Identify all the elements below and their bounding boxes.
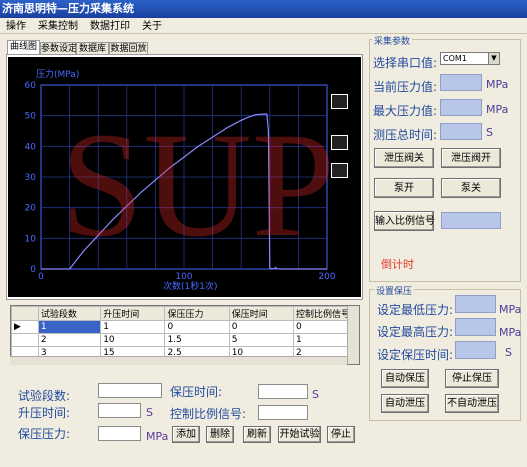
hold-time-label: 保压时间: <box>170 385 223 399</box>
hold-pressure-unit: MPa <box>146 430 169 443</box>
y-tick-label: 40 <box>25 142 37 152</box>
hold-time-set-input[interactable] <box>455 341 496 359</box>
serial-port-label: 选择串口值: <box>373 56 438 70</box>
y-tick-label: 30 <box>25 173 37 183</box>
table-header[interactable]: 试验段数 <box>37 306 102 321</box>
max-set-pressure-input[interactable] <box>455 318 496 336</box>
hold-time-set-label: 设定保压时间: <box>377 348 454 362</box>
current-pressure-unit: MPa <box>486 78 509 91</box>
hold-time-set-unit: S <box>505 346 512 359</box>
valve-close-button[interactable]: 泄压阀关 <box>374 148 434 168</box>
total-time-unit: S <box>486 126 493 139</box>
table-horizontal-scrollbar[interactable] <box>10 356 347 365</box>
chevron-down-icon[interactable]: ▼ <box>488 53 499 64</box>
hold-time-input[interactable] <box>258 384 308 399</box>
hold-pressure-input[interactable] <box>98 426 141 441</box>
current-pressure-display <box>440 74 482 91</box>
y-tick-label: 0 <box>30 265 36 275</box>
total-time-display <box>440 123 482 140</box>
delete-button[interactable]: 删除 <box>206 426 234 443</box>
min-pressure-label: 设定最低压力: <box>377 303 454 317</box>
table-row[interactable]: 2 10 1.5 5 1 <box>11 333 352 347</box>
segment-count-label: 试验段数: <box>18 389 71 403</box>
min-pressure-unit: MPa <box>499 303 522 316</box>
total-time-label: 测压总时间: <box>373 128 438 142</box>
rise-time-label: 升压时间: <box>18 406 71 420</box>
countdown-label: 倒计时 <box>381 258 414 271</box>
serial-port-value: COM1 <box>443 54 467 63</box>
auto-hold-button[interactable]: 自动保压 <box>381 369 429 388</box>
max-pressure-display <box>440 99 482 116</box>
x-tick-label: 100 <box>175 272 192 282</box>
ratio-signal-display <box>441 212 501 229</box>
ratio-signal-label: 控制比例信号: <box>170 407 247 421</box>
y-axis-label: 压力(MPa) <box>36 68 79 80</box>
no-auto-release-button[interactable]: 不自动泄压 <box>445 394 499 413</box>
table-header[interactable]: 升压时间 <box>100 306 166 321</box>
min-pressure-input[interactable] <box>455 295 496 313</box>
x-tick-label: 0 <box>38 272 44 282</box>
sup-watermark: SUP <box>60 102 336 268</box>
input-ratio-signal-button[interactable]: 输入比例信号 <box>374 211 435 231</box>
rise-time-input[interactable] <box>98 403 141 418</box>
refresh-button[interactable]: 刷新 <box>243 426 271 443</box>
y-tick-label: 50 <box>25 112 37 122</box>
row-indicator: ▶ <box>11 320 39 334</box>
max-set-pressure-unit: MPa <box>499 326 522 339</box>
acquisition-group-title: 采集参数 <box>372 34 413 47</box>
table-row[interactable]: ▶ 1 1 0 0 0 <box>11 320 352 334</box>
auto-release-button[interactable]: 自动泄压 <box>381 394 429 413</box>
table-header[interactable]: 控制比例信号 <box>292 306 352 321</box>
rise-time-unit: S <box>146 406 153 419</box>
table-header[interactable]: 保压时间 <box>228 306 294 321</box>
hold-time-unit: S <box>312 388 319 401</box>
y-tick-label: 10 <box>25 234 37 244</box>
max-set-pressure-label: 设定最高压力: <box>377 325 454 339</box>
stop-hold-button[interactable]: 停止保压 <box>445 369 499 388</box>
valve-open-button[interactable]: 泄压阀开 <box>441 148 501 168</box>
table-vertical-scrollbar[interactable] <box>347 306 359 364</box>
pump-on-button[interactable]: 泵开 <box>374 178 434 198</box>
y-tick-label: 20 <box>25 204 37 214</box>
y-tick-label: 60 <box>25 81 37 91</box>
table-header[interactable]: 保压压力 <box>164 306 230 321</box>
x-tick-label: 200 <box>318 272 335 282</box>
ratio-signal-input[interactable] <box>258 405 308 420</box>
add-button[interactable]: 添加 <box>172 426 200 443</box>
serial-port-select[interactable]: COM1 ▼ <box>440 52 500 65</box>
hold-pressure-label: 保压压力: <box>18 427 71 441</box>
pump-off-button[interactable]: 泵关 <box>441 178 501 198</box>
segment-count-input[interactable] <box>98 383 162 398</box>
stop-button[interactable]: 停止 <box>327 426 355 443</box>
max-pressure-unit: MPa <box>486 103 509 116</box>
hold-pressure-group-title: 设置保压 <box>374 284 415 297</box>
max-pressure-label: 最大压力值: <box>373 104 438 118</box>
current-pressure-label: 当前压力值: <box>373 80 438 94</box>
start-test-button[interactable]: 开始试验 <box>278 426 321 443</box>
